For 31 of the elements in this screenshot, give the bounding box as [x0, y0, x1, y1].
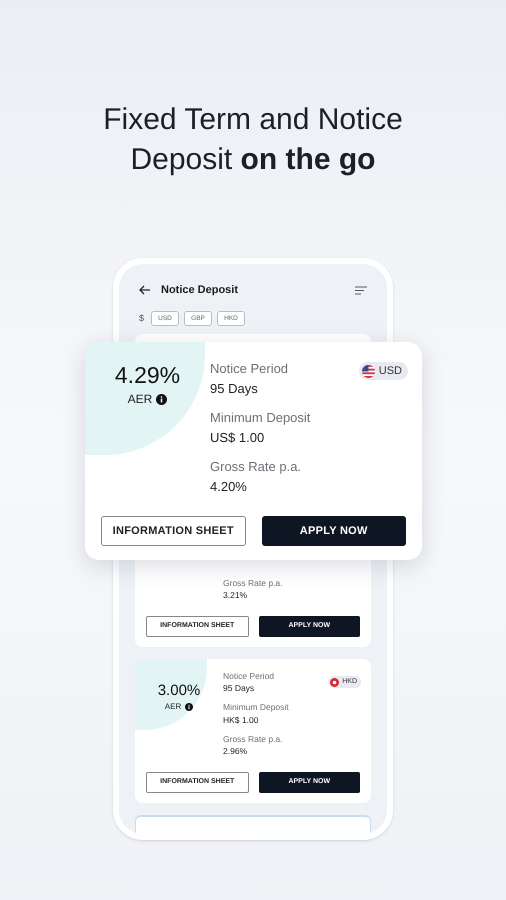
field-value: 4.20%: [210, 478, 247, 496]
back-arrow-icon[interactable]: [139, 285, 151, 295]
apply-now-button[interactable]: APPLY NOW: [262, 516, 406, 546]
field-label: Minimum Deposit: [223, 701, 289, 714]
field-value: 3.21%: [223, 589, 248, 602]
field-label: Gross Rate p.a.: [210, 458, 302, 476]
info-icon[interactable]: [156, 394, 168, 404]
aer-label: AER: [164, 701, 182, 713]
field-value: HK$ 1.00: [223, 714, 258, 726]
currency-code: USD: [378, 364, 402, 379]
flag-icon: [330, 678, 340, 686]
field-value: 2.96%: [223, 745, 248, 758]
aer-label: AER: [128, 391, 152, 408]
field-label: Notice Period: [210, 360, 288, 378]
headline: Deposit on the go: [130, 142, 376, 178]
filter-icon[interactable]: [355, 286, 367, 294]
aer-rate: 3.00%: [158, 681, 200, 701]
aer-rate: 4.29%: [114, 361, 180, 390]
headline: Fixed Term and Notice: [103, 102, 403, 138]
field-label: Gross Rate p.a.: [223, 576, 283, 590]
screen-title: Notice Deposit: [161, 282, 240, 298]
information-sheet-button[interactable]: INFORMATION SHEET: [101, 516, 246, 546]
currency-label: $: [139, 312, 144, 325]
info-icon[interactable]: [185, 703, 194, 711]
field-value: 95 Days: [210, 380, 258, 398]
field-label: Gross Rate p.a.: [223, 732, 283, 746]
field-value: 95 Days: [223, 682, 254, 695]
field-label: Notice Period: [223, 670, 274, 682]
field-label: Minimum Deposit: [210, 409, 310, 427]
flag-icon: [362, 364, 375, 378]
field-value: US$ 1.00: [210, 428, 264, 446]
